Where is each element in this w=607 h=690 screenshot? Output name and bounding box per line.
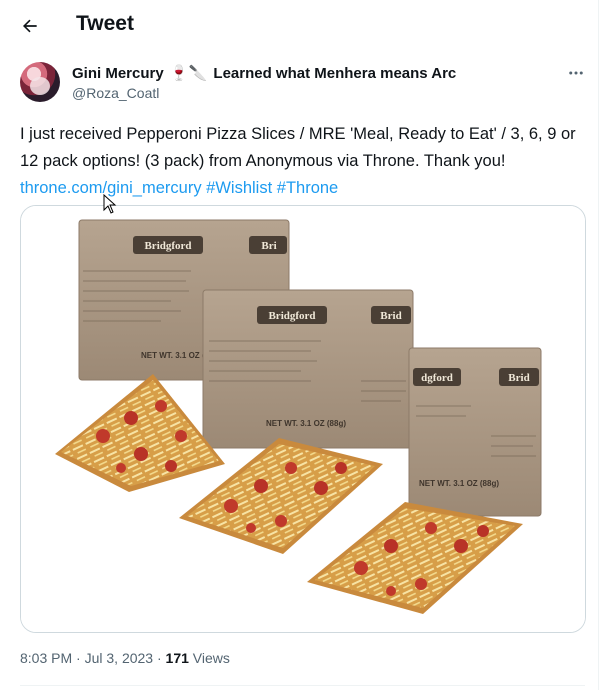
views-label: Views	[192, 650, 230, 666]
author-name-row[interactable]: Gini Mercury 🍷🔪 Learned what Menhera mea…	[72, 64, 456, 82]
back-button[interactable]	[14, 10, 46, 42]
author-name[interactable]: Gini Mercury	[72, 65, 164, 82]
meta-separator-2: ·	[156, 650, 162, 666]
pouch-1-brand: Bridgford	[144, 240, 191, 252]
hashtag-wishlist[interactable]: #Wishlist	[206, 179, 272, 197]
pouch-2-brand: Bridgford	[268, 310, 315, 322]
column-border	[598, 0, 599, 690]
tweet-date[interactable]: Jul 3, 2023	[85, 650, 154, 666]
mouse-pointer-icon	[103, 193, 117, 219]
page-title: Tweet	[76, 12, 134, 35]
svg-text:Bri: Bri	[261, 240, 276, 252]
more-horizontal-icon	[569, 71, 583, 75]
arrow-left-icon	[23, 19, 37, 33]
svg-text:NET WT. 3.1 OZ (88g): NET WT. 3.1 OZ (88g)	[419, 479, 499, 488]
svg-text:dgford: dgford	[421, 372, 453, 384]
tweet-meta: 8:03 PM · Jul 3, 2023 · 171 Views	[20, 650, 230, 666]
svg-text:Brid: Brid	[508, 372, 529, 384]
more-options-button[interactable]	[567, 64, 585, 82]
views-count: 171	[165, 650, 189, 666]
mre-pouch-2: Bridgford Brid NET WT. 3.1 OZ (88g)	[202, 289, 414, 449]
author-emojis: 🍷🔪	[169, 65, 208, 82]
page-header: Tweet	[0, 0, 598, 50]
mre-pouch-3: dgford Brid NET WT. 3.1 OZ (88g)	[408, 347, 542, 517]
svg-text:NET WT. 3.1 OZ (88g): NET WT. 3.1 OZ (88g)	[266, 419, 346, 428]
mre-pizza-photo: Bridgford Bri NET WT. 3.1 OZ (88g) Bridg…	[21, 206, 585, 632]
meta-separator: ·	[76, 650, 81, 666]
author-name-suffix[interactable]: Learned what Menhera means Arc	[213, 65, 456, 82]
tweet-media-image[interactable]: Bridgford Bri NET WT. 3.1 OZ (88g) Bridg…	[20, 205, 586, 633]
author-handle[interactable]: @Roza_Coatl	[72, 85, 159, 101]
avatar[interactable]	[20, 62, 60, 102]
tweet-time[interactable]: 8:03 PM	[20, 650, 72, 666]
tweet-text: I just received Pepperoni Pizza Slices /…	[20, 121, 585, 202]
svg-text:Brid: Brid	[380, 310, 401, 322]
hashtag-throne[interactable]: #Throne	[277, 179, 338, 197]
tweet-body: I just received Pepperoni Pizza Slices /…	[20, 125, 576, 170]
divider	[20, 685, 585, 686]
